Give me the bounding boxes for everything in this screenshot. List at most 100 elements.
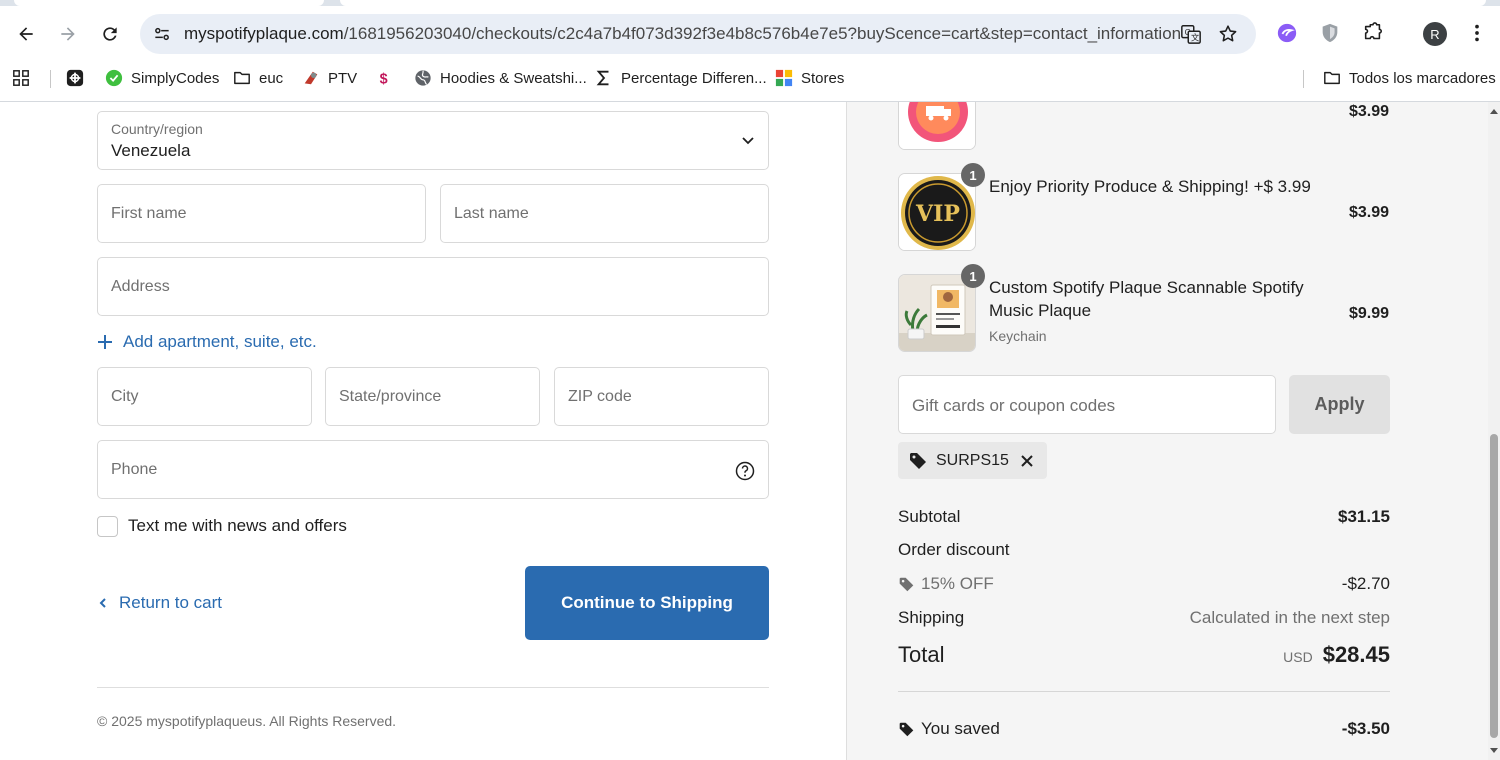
bookmark-label: Percentage Differen... xyxy=(621,69,767,87)
continue-to-shipping-button[interactable]: Continue to Shipping xyxy=(525,566,769,640)
folder-icon xyxy=(1323,69,1341,87)
chevron-left-icon xyxy=(99,598,106,608)
url-text[interactable]: myspotifyplaque.com/1681956203040/checko… xyxy=(184,24,1181,44)
close-icon[interactable] xyxy=(1017,451,1037,471)
bookmark-stores[interactable]: Stores xyxy=(775,66,844,90)
bookmark-euc[interactable]: euc xyxy=(233,66,283,90)
shipping-value: Calculated in the next step xyxy=(1189,608,1390,627)
zip-field[interactable]: ZIP code xyxy=(554,367,769,426)
ptv-icon xyxy=(302,69,320,87)
bookmark-label: PTV xyxy=(328,69,358,87)
bookmark-hoodies[interactable]: Hoodies & Sweatshi... xyxy=(414,66,587,90)
bookmark-label: Stores xyxy=(801,69,845,87)
globe-icon xyxy=(414,69,432,87)
address-bar[interactable]: myspotifyplaque.com/1681956203040/checko… xyxy=(140,14,1256,54)
apps-grid-icon[interactable] xyxy=(12,66,30,90)
shield-extension-icon[interactable] xyxy=(1318,21,1342,45)
sms-opt-in-label: Text me with news and offers xyxy=(128,516,347,535)
url-host: myspotifyplaque.com xyxy=(184,24,344,43)
folder-icon xyxy=(233,69,251,87)
forward-button[interactable] xyxy=(51,17,85,51)
city-placeholder: City xyxy=(111,387,139,405)
phone-placeholder: Phone xyxy=(111,460,158,478)
address-field[interactable]: Address xyxy=(97,257,769,316)
tag-icon xyxy=(910,452,926,469)
bookmark-app-icon[interactable] xyxy=(66,66,84,90)
help-icon[interactable] xyxy=(735,461,755,481)
bookmark-label: euc xyxy=(259,69,284,87)
add-apartment-label: Add apartment, suite, etc. xyxy=(123,332,317,351)
svg-text:VIP: VIP xyxy=(915,201,960,227)
stores-icon xyxy=(775,69,793,87)
profile-avatar[interactable]: R xyxy=(1423,22,1447,46)
reload-button[interactable] xyxy=(93,17,127,51)
bookmark-star-icon[interactable] xyxy=(1217,23,1239,45)
last-name-field[interactable]: Last name xyxy=(440,184,769,243)
subtotal-label: Subtotal xyxy=(898,507,961,526)
applied-coupon-chip: SURPS15 xyxy=(898,442,1047,479)
state-placeholder: State/province xyxy=(339,387,442,405)
zip-placeholder: ZIP code xyxy=(568,387,632,405)
discount-name: 15% OFF xyxy=(921,574,994,593)
item-variant: Keychain xyxy=(989,328,1047,344)
scroll-up-icon[interactable] xyxy=(1490,108,1498,116)
reload-icon xyxy=(103,27,117,41)
total-label: Total xyxy=(898,642,945,667)
svg-text:$: $ xyxy=(380,71,388,87)
applied-coupon-code: SURPS15 xyxy=(936,451,1009,469)
bookmark-simplycodes[interactable]: SimplyCodes xyxy=(105,66,219,90)
arrow-right-icon xyxy=(61,27,75,41)
bookmark-percentage[interactable]: Percentage Differen... xyxy=(595,66,767,90)
last-name-placeholder: Last name xyxy=(454,204,529,222)
country-select[interactable]: Country/region Venezuela xyxy=(97,111,769,170)
coupon-input[interactable]: Gift cards or coupon codes xyxy=(898,375,1276,434)
scrollbar-thumb[interactable] xyxy=(1490,434,1498,738)
extensions-puzzle-icon[interactable] xyxy=(1361,21,1385,45)
return-to-cart-label: Return to cart xyxy=(119,593,222,612)
all-bookmarks[interactable]: Todos los marcadores xyxy=(1323,66,1496,90)
bookmark-dollar[interactable]: $ xyxy=(376,66,394,90)
product-thumbnail xyxy=(898,102,976,150)
dollar-icon: $ xyxy=(376,69,394,87)
footer-divider xyxy=(97,687,769,688)
bookmark-ptv[interactable]: PTV xyxy=(302,66,357,90)
page-scrollbar[interactable] xyxy=(1488,102,1500,760)
apply-coupon-button[interactable]: Apply xyxy=(1289,375,1390,434)
copyright-footer: © 2025 myspotifyplaqueus. All Rights Res… xyxy=(97,713,397,729)
return-to-cart-link[interactable]: Return to cart xyxy=(97,593,222,613)
shipping-badge-icon xyxy=(899,102,975,149)
plus-icon xyxy=(98,335,112,349)
bookmark-separator xyxy=(50,70,51,88)
phone-field[interactable]: Phone xyxy=(97,440,769,499)
add-apartment-link[interactable]: Add apartment, suite, etc. xyxy=(97,332,317,352)
tab-edge[interactable] xyxy=(14,0,324,6)
quantity-badge: 1 xyxy=(961,163,985,187)
scroll-down-icon[interactable] xyxy=(1490,746,1498,754)
arrow-left-icon xyxy=(19,27,33,41)
simplycodes-icon xyxy=(105,69,123,87)
shipping-label: Shipping xyxy=(898,608,965,627)
extension-purple-icon[interactable] xyxy=(1275,21,1299,45)
state-field[interactable]: State/province xyxy=(325,367,540,426)
menu-kebab-icon[interactable] xyxy=(1465,21,1489,45)
product-thumbnail xyxy=(898,274,976,352)
first-name-field[interactable]: First name xyxy=(97,184,426,243)
sigma-icon xyxy=(595,69,613,87)
all-bookmarks-label: Todos los marcadores xyxy=(1349,69,1496,87)
city-field[interactable]: City xyxy=(97,367,312,426)
item-price: $3.99 xyxy=(1348,103,1389,120)
country-label: Country/region xyxy=(111,121,203,137)
svg-text:文: 文 xyxy=(1191,32,1199,42)
first-name-placeholder: First name xyxy=(111,204,187,222)
item-price: $9.99 xyxy=(1348,305,1389,322)
back-button[interactable] xyxy=(9,17,43,51)
sms-opt-in-checkbox[interactable] xyxy=(97,516,118,537)
bookmarks-bar: SimplyCodes euc PTV $ Hoodies & Sweatshi… xyxy=(0,66,1500,102)
tab-edge-active[interactable] xyxy=(340,0,1486,6)
translate-icon[interactable]: G 文 xyxy=(1180,23,1202,45)
discount-value: -$2.70 xyxy=(1341,574,1390,593)
url-path: /1681956203040/checkouts/c2c4a7b4f073d39… xyxy=(343,24,1182,43)
site-settings-icon[interactable] xyxy=(152,24,172,44)
bookmark-separator xyxy=(1303,70,1304,88)
address-placeholder: Address xyxy=(111,277,170,295)
